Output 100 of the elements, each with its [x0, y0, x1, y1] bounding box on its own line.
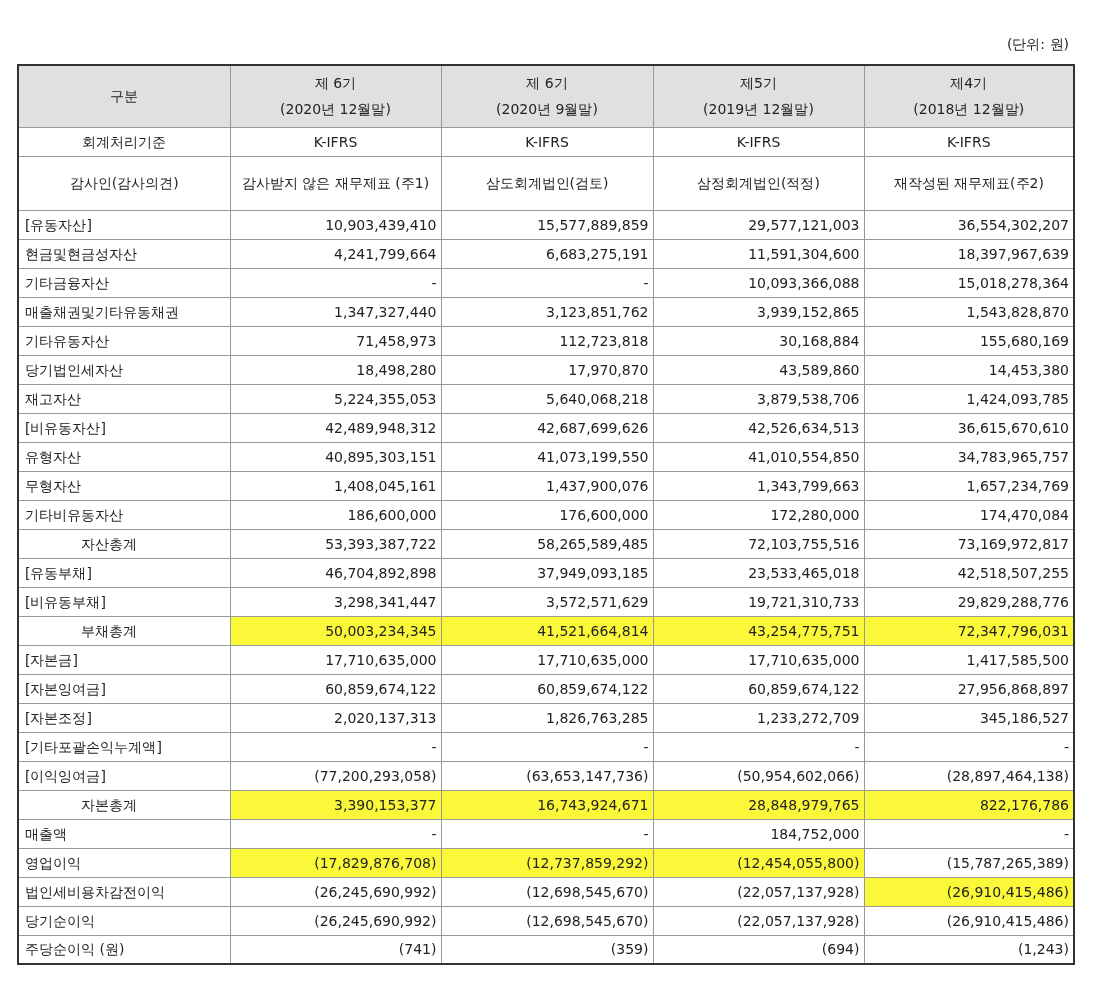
row-label: [비유동부채]	[18, 587, 230, 616]
table-cell: 2,020,137,313	[230, 703, 441, 732]
row-label: 기타비유동자산	[18, 500, 230, 529]
row-label: [유동부채]	[18, 558, 230, 587]
table-cell: 42,489,948,312	[230, 413, 441, 442]
table-cell: 3,390,153,377	[230, 790, 441, 819]
table-cell: 23,533,465,018	[653, 558, 864, 587]
table-cell: -	[653, 732, 864, 761]
table-cell: 3,298,341,447	[230, 587, 441, 616]
table-cell: -	[230, 819, 441, 848]
table-cell: 17,710,635,000	[653, 645, 864, 674]
table-cell: 822,176,786	[864, 790, 1074, 819]
table-cell: 1,343,799,663	[653, 471, 864, 500]
table-cell: (17,829,876,708)	[230, 848, 441, 877]
table-cell: (22,057,137,928)	[653, 877, 864, 906]
header-cell: 제 6기 (2020년 12월말)	[230, 65, 441, 127]
row-label: 회계처리기준	[18, 127, 230, 156]
table-cell: 186,600,000	[230, 500, 441, 529]
table-cell: 10,903,439,410	[230, 210, 441, 239]
table-cell: 53,393,387,722	[230, 529, 441, 558]
table-cell: 42,526,634,513	[653, 413, 864, 442]
table-cell: 5,640,068,218	[441, 384, 653, 413]
header-cell: 제 6기 (2020년 9월말)	[441, 65, 653, 127]
table-cell: 1,408,045,161	[230, 471, 441, 500]
table-cell: K-IFRS	[653, 127, 864, 156]
table-cell: -	[441, 732, 653, 761]
header-cell: 구분	[18, 65, 230, 127]
row-label: [자본금]	[18, 645, 230, 674]
row-label: 현금및현금성자산	[18, 239, 230, 268]
table-cell: 58,265,589,485	[441, 529, 653, 558]
table-cell: 28,848,979,765	[653, 790, 864, 819]
table-cell: 3,572,571,629	[441, 587, 653, 616]
table-cell: 46,704,892,898	[230, 558, 441, 587]
table-cell: 18,498,280	[230, 355, 441, 384]
table-cell: 삼정회계법인(적정)	[653, 156, 864, 210]
table-cell: 60,859,674,122	[230, 674, 441, 703]
table-cell: 3,939,152,865	[653, 297, 864, 326]
table-cell: 72,347,796,031	[864, 616, 1074, 645]
table-cell: 60,859,674,122	[441, 674, 653, 703]
table-cell: 11,591,304,600	[653, 239, 864, 268]
unit-note: (단위: 원)	[1006, 35, 1070, 54]
table-cell: 30,168,884	[653, 326, 864, 355]
table-cell: (63,653,147,736)	[441, 761, 653, 790]
row-label: 자본총계	[18, 790, 230, 819]
table-cell: 삼도회계법인(검토)	[441, 156, 653, 210]
table-cell: (12,698,545,670)	[441, 906, 653, 935]
table-cell: 1,826,763,285	[441, 703, 653, 732]
row-label: 유형자산	[18, 442, 230, 471]
table-cell: (22,057,137,928)	[653, 906, 864, 935]
table-cell: (77,200,293,058)	[230, 761, 441, 790]
row-label: [유동자산]	[18, 210, 230, 239]
table-cell: -	[230, 732, 441, 761]
table-cell: 17,970,870	[441, 355, 653, 384]
row-label: 자산총계	[18, 529, 230, 558]
table-cell: 1,437,900,076	[441, 471, 653, 500]
table-cell: 172,280,000	[653, 500, 864, 529]
row-label: 재고자산	[18, 384, 230, 413]
table-cell: 15,577,889,859	[441, 210, 653, 239]
row-label: 매출액	[18, 819, 230, 848]
row-label: 기타금융자산	[18, 268, 230, 297]
table-cell: 60,859,674,122	[653, 674, 864, 703]
row-label: [기타포괄손익누계액]	[18, 732, 230, 761]
row-label: 영업이익	[18, 848, 230, 877]
table-cell: 5,224,355,053	[230, 384, 441, 413]
table-cell: 3,879,538,706	[653, 384, 864, 413]
table-cell: (12,737,859,292)	[441, 848, 653, 877]
table-cell: -	[230, 268, 441, 297]
row-label: [이익잉여금]	[18, 761, 230, 790]
row-label: [비유동자산]	[18, 413, 230, 442]
table-cell: 40,895,303,151	[230, 442, 441, 471]
table-cell: 43,254,775,751	[653, 616, 864, 645]
table-cell: 41,521,664,814	[441, 616, 653, 645]
table-cell: 6,683,275,191	[441, 239, 653, 268]
header-cell: 제5기 (2019년 12월말)	[653, 65, 864, 127]
table-cell: 184,752,000	[653, 819, 864, 848]
row-label: 당기법인세자산	[18, 355, 230, 384]
row-label: 감사인(감사의견)	[18, 156, 230, 210]
row-label: 기타유동자산	[18, 326, 230, 355]
table-cell: 10,093,366,088	[653, 268, 864, 297]
table-cell: K-IFRS	[230, 127, 441, 156]
table-cell: 29,577,121,003	[653, 210, 864, 239]
table-cell: (50,954,602,066)	[653, 761, 864, 790]
row-label: 법인세비용차감전이익	[18, 877, 230, 906]
table-cell: 17,710,635,000	[441, 645, 653, 674]
table-cell: 4,241,799,664	[230, 239, 441, 268]
table-cell: 41,010,554,850	[653, 442, 864, 471]
table-cell: -	[441, 819, 653, 848]
table-cell: K-IFRS	[441, 127, 653, 156]
table-cell: (26,910,415,486)	[864, 877, 1074, 906]
table-cell: 71,458,973	[230, 326, 441, 355]
table-cell: 50,003,234,345	[230, 616, 441, 645]
table-cell: 72,103,755,516	[653, 529, 864, 558]
table-cell: 1,233,272,709	[653, 703, 864, 732]
table-cell: -	[441, 268, 653, 297]
table-cell: 3,123,851,762	[441, 297, 653, 326]
row-label: [자본조정]	[18, 703, 230, 732]
table-cell: 감사받지 않은 재무제표 (주1)	[230, 156, 441, 210]
row-label: 무형자산	[18, 471, 230, 500]
row-label: 부채총계	[18, 616, 230, 645]
table-cell: 43,589,860	[653, 355, 864, 384]
